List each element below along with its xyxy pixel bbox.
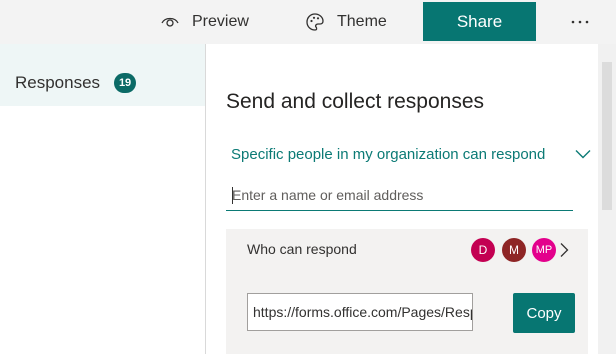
copy-button[interactable]: Copy bbox=[513, 293, 575, 333]
left-pane-top bbox=[0, 44, 205, 60]
chevron-right-icon bbox=[560, 243, 569, 257]
avatar: D bbox=[471, 238, 495, 262]
share-button[interactable]: Share bbox=[423, 2, 536, 41]
who-can-respond-label: Who can respond bbox=[247, 241, 357, 257]
scrollbar-thumb[interactable] bbox=[602, 62, 612, 210]
preview-label: Preview bbox=[192, 13, 249, 30]
share-link-area: https://forms.office.com/Pages/ResponseP… bbox=[226, 271, 588, 354]
responses-count-badge: 19 bbox=[114, 73, 137, 93]
preview-button[interactable]: Preview bbox=[160, 0, 249, 44]
theme-label: Theme bbox=[337, 13, 387, 30]
chevron-down-icon bbox=[575, 150, 591, 159]
eye-icon bbox=[161, 17, 179, 27]
palette-icon bbox=[306, 13, 324, 31]
more-icon bbox=[571, 20, 589, 23]
theme-button[interactable]: Theme bbox=[305, 0, 387, 44]
email-field[interactable] bbox=[226, 180, 573, 211]
panel-title: Send and collect responses bbox=[226, 90, 484, 113]
share-link-field[interactable]: https://forms.office.com/Pages/ResponseP… bbox=[247, 293, 473, 331]
responses-label: Responses bbox=[15, 73, 101, 92]
more-options-button[interactable] bbox=[568, 2, 592, 41]
left-pane: Responses 19 bbox=[0, 44, 205, 354]
audience-dropdown[interactable]: Specific people in my organization can r… bbox=[231, 142, 591, 166]
who-can-respond-row[interactable]: Who can respond D M MP bbox=[226, 229, 588, 271]
top-toolbar: Preview Theme Share bbox=[0, 0, 616, 44]
audience-option: Specific people in my organization can r… bbox=[231, 145, 546, 163]
text-cursor bbox=[232, 187, 233, 204]
avatar: MP bbox=[532, 238, 556, 262]
responses-tab[interactable]: Responses 19 bbox=[0, 60, 205, 106]
share-panel: Send and collect responses Specific peop… bbox=[206, 44, 598, 354]
avatar: M bbox=[502, 238, 526, 262]
